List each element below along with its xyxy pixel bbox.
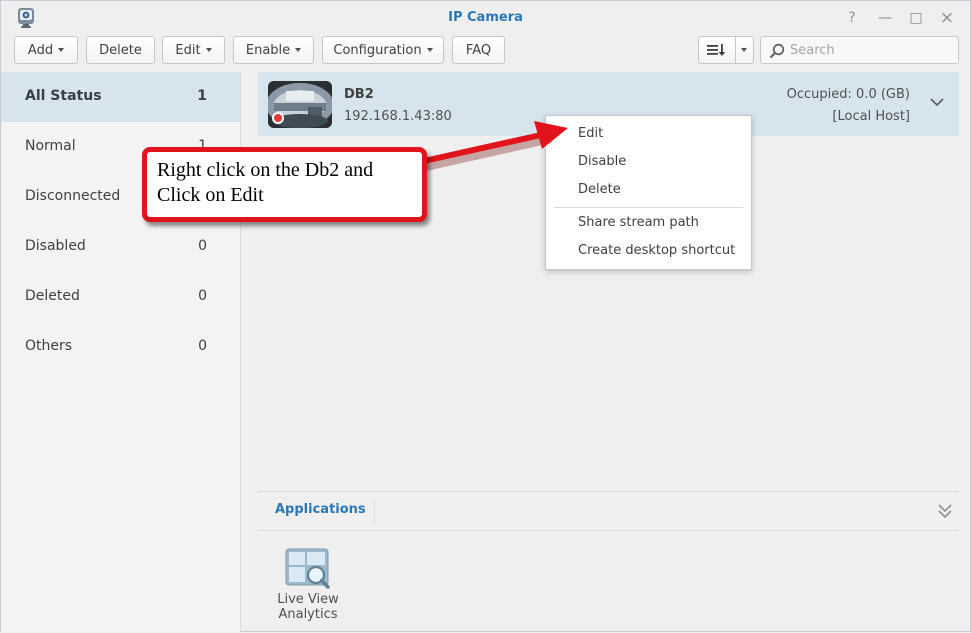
sidebar-item-count: 0: [198, 238, 207, 254]
faq-button[interactable]: FAQ: [452, 36, 505, 64]
sidebar-item-all-status[interactable]: All Status 1: [1, 72, 240, 122]
menu-item-create-desktop-shortcut[interactable]: Create desktop shortcut: [546, 237, 751, 265]
search-icon: [769, 43, 785, 59]
enable-button[interactable]: Enable: [233, 36, 314, 64]
recording-icon: [274, 114, 282, 122]
sidebar-item-label: All Status: [25, 88, 102, 104]
window-title: IP Camera: [448, 10, 523, 25]
sort-icon: [707, 44, 726, 56]
context-menu: Edit Disable Delete Share stream path Cr…: [545, 115, 752, 270]
title-bar: IP Camera ? — □ ×: [1, 1, 970, 35]
chevron-down-icon: [58, 48, 65, 52]
app-live-view-analytics[interactable]: Live View Analytics: [272, 547, 344, 627]
live-view-analytics-icon: [285, 548, 330, 589]
search-placeholder: Search: [790, 43, 835, 58]
sidebar-item-disabled[interactable]: Disabled 0: [1, 222, 240, 272]
close-icon[interactable]: ×: [937, 8, 957, 28]
menu-separator: [554, 207, 743, 208]
camera-host: [Local Host]: [832, 109, 910, 124]
maximize-icon[interactable]: □: [906, 8, 926, 28]
menu-item-delete[interactable]: Delete: [546, 176, 751, 204]
annotation-line-1: Right click on the Db2 and: [157, 159, 374, 181]
camera-occupied: Occupied: 0.0 (GB): [786, 87, 910, 102]
add-button-label: Add: [27, 42, 54, 58]
sort-button[interactable]: [698, 36, 754, 64]
toolbar: Add Delete Edit Enable Configuration FAQ: [1, 35, 970, 69]
menu-item-share-stream-path[interactable]: Share stream path: [546, 209, 751, 237]
chevron-down-icon[interactable]: [741, 48, 747, 52]
edit-button-label: Edit: [175, 42, 201, 58]
edit-button[interactable]: Edit: [162, 36, 225, 64]
annotation-line-2: Click on Edit: [157, 184, 264, 206]
sidebar-item-label: Normal: [25, 138, 76, 154]
camera-address: 192.168.1.43:80: [344, 109, 452, 124]
configuration-button[interactable]: Configuration: [322, 36, 444, 64]
chevron-down-icon: [205, 48, 212, 52]
add-button[interactable]: Add: [14, 36, 78, 64]
configuration-button-label: Configuration: [333, 42, 422, 58]
ip-camera-window: IP Camera ? — □ × Add Delete Edit Enable…: [0, 0, 971, 632]
sidebar-item-label: Disconnected: [25, 188, 121, 204]
app-label-line-1: Live View: [277, 592, 339, 607]
annotation-callout: Right click on the Db2 and Click on Edit: [142, 147, 427, 222]
sidebar-item-count: 0: [198, 288, 207, 304]
delete-button-label: Delete: [99, 42, 142, 58]
sidebar-item-label: Disabled: [25, 238, 86, 254]
chevron-down-icon: [426, 48, 433, 52]
camera-name: DB2: [344, 87, 374, 102]
search-input[interactable]: Search: [760, 36, 959, 64]
menu-item-edit[interactable]: Edit: [546, 120, 751, 148]
tab-divider: [374, 501, 375, 523]
sidebar-item-count: 1: [197, 88, 207, 104]
sidebar-item-label: Deleted: [25, 288, 80, 304]
camera-thumbnail: [268, 81, 332, 128]
faq-button-label: FAQ: [465, 42, 492, 58]
applications-panel: Applications Live View Analytics: [258, 491, 959, 632]
minimize-icon[interactable]: —: [875, 8, 895, 28]
tab-applications[interactable]: Applications: [275, 502, 366, 517]
sidebar-item-others[interactable]: Others 0: [1, 322, 240, 372]
sidebar-item-label: Others: [25, 338, 73, 354]
app-label-line-2: Analytics: [278, 607, 338, 622]
sidebar-item-count: 0: [198, 338, 207, 354]
chevron-down-icon[interactable]: [929, 94, 945, 110]
app-label: Live View Analytics: [272, 592, 344, 622]
menu-item-disable[interactable]: Disable: [546, 148, 751, 176]
double-chevron-down-icon[interactable]: [937, 502, 953, 520]
sidebar-item-deleted[interactable]: Deleted 0: [1, 272, 240, 322]
help-icon[interactable]: ?: [842, 8, 862, 28]
sort-divider: [735, 37, 736, 63]
delete-button[interactable]: Delete: [86, 36, 155, 64]
applications-header: Applications: [258, 491, 959, 531]
enable-button-label: Enable: [245, 42, 291, 58]
chevron-down-icon: [295, 48, 302, 52]
